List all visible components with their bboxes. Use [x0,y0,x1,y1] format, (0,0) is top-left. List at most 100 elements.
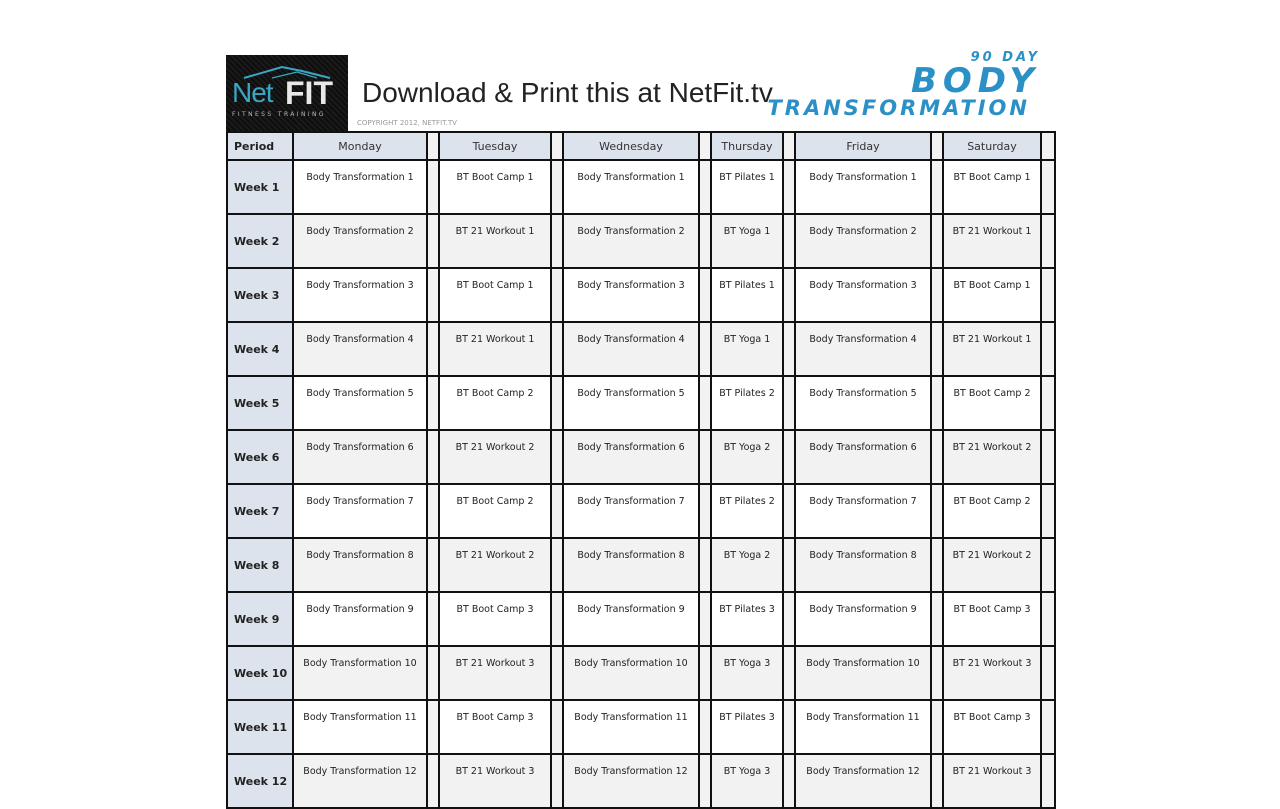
spacer-cell [930,131,944,161]
spacer-cell [782,267,796,323]
workout-cell-tuesday: BT Boot Camp 3 [438,591,552,647]
spacer-cell [426,159,440,215]
workout-cell-friday: Body Transformation 1 [794,159,932,215]
spacer-cell [698,321,712,377]
spacer-cell [782,429,796,485]
workout-cell-tuesday: BT 21 Workout 2 [438,537,552,593]
week-label: Week 7 [226,483,294,539]
week-label: Week 6 [226,429,294,485]
workout-cell-friday: Body Transformation 5 [794,375,932,431]
workout-cell-saturday: BT Boot Camp 3 [942,591,1042,647]
workout-cell-tuesday: BT 21 Workout 3 [438,753,552,809]
table-row: Week 1 Body Transformation 1 BT Boot Camp … [226,159,1056,215]
week-label: Week 4 [226,321,294,377]
spacer-cell [930,483,944,539]
spacer-cell [698,213,712,269]
workout-cell-wednesday: Body Transformation 5 [562,375,700,431]
workout-cell-monday: Body Transformation 8 [292,537,428,593]
workout-cell-tuesday: BT Boot Camp 2 [438,375,552,431]
workout-cell-thursday: BT Yoga 3 [710,645,784,701]
workout-cell-thursday: BT Pilates 1 [710,267,784,323]
workout-cell-monday: Body Transformation 6 [292,429,428,485]
column-header-period: Period [226,131,294,161]
spacer-cell [550,159,564,215]
week-label: Week 1 [226,159,294,215]
week-label: Week 3 [226,267,294,323]
spacer-cell [1040,159,1056,215]
spacer-cell [426,699,440,755]
spacer-cell [930,699,944,755]
table-row: Week 3 Body Transformation 3 BT Boot Camp … [226,267,1056,323]
column-header-monday: Monday [292,131,428,161]
spacer-cell [698,537,712,593]
workout-cell-saturday: BT 21 Workout 1 [942,321,1042,377]
table-row: Week 4 Body Transformation 4 BT 21 Workout… [226,321,1056,377]
spacer-cell [930,267,944,323]
page-header: Net FIT FITNESS TRAINING Download & Prin… [226,51,1048,131]
spacer-cell [782,375,796,431]
workout-cell-wednesday: Body Transformation 9 [562,591,700,647]
logo-tagline: FITNESS TRAINING [232,111,326,118]
brand-line-2: BODY [910,61,1040,101]
workout-cell-tuesday: BT 21 Workout 3 [438,645,552,701]
workout-cell-saturday: BT 21 Workout 1 [942,213,1042,269]
spacer-cell [426,645,440,701]
spacer-cell [550,429,564,485]
schedule-page: Net FIT FITNESS TRAINING Download & Prin… [226,51,1056,809]
spacer-cell [930,159,944,215]
table-row: Week 5 Body Transformation 5 BT Boot Camp … [226,375,1056,431]
spacer-cell [426,537,440,593]
workout-cell-friday: Body Transformation 8 [794,537,932,593]
workout-cell-tuesday: BT Boot Camp 1 [438,159,552,215]
workout-cell-thursday: BT Yoga 1 [710,321,784,377]
spacer-cell [782,591,796,647]
spacer-cell [426,321,440,377]
spacer-cell [550,753,564,809]
spacer-cell [550,321,564,377]
column-header-thursday: Thursday [710,131,784,161]
workout-cell-tuesday: BT Boot Camp 3 [438,699,552,755]
spacer-cell [782,483,796,539]
workout-cell-tuesday: BT Boot Camp 1 [438,267,552,323]
workout-cell-saturday: BT 21 Workout 3 [942,753,1042,809]
spacer-cell [930,753,944,809]
spacer-cell [698,753,712,809]
spacer-cell [550,213,564,269]
spacer-cell [930,213,944,269]
week-label: Week 2 [226,213,294,269]
spacer-cell [550,591,564,647]
netfit-logo: Net FIT FITNESS TRAINING [226,55,348,131]
spacer-cell [782,537,796,593]
workout-cell-friday: Body Transformation 7 [794,483,932,539]
spacer-cell [550,537,564,593]
spacer-cell [698,591,712,647]
spacer-cell [550,267,564,323]
spacer-cell [698,131,712,161]
spacer-cell [426,753,440,809]
workout-cell-thursday: BT Yoga 2 [710,537,784,593]
spacer-cell [930,645,944,701]
workout-cell-friday: Body Transformation 12 [794,753,932,809]
program-brand: 90 DAY BODY TRANSFORMATION [767,51,1040,120]
workout-cell-friday: Body Transformation 11 [794,699,932,755]
workout-cell-wednesday: Body Transformation 2 [562,213,700,269]
workout-cell-wednesday: Body Transformation 7 [562,483,700,539]
spacer-cell [698,159,712,215]
workout-cell-wednesday: Body Transformation 4 [562,321,700,377]
table-body: Week 1 Body Transformation 1 BT Boot Camp … [226,159,1056,809]
spacer-cell [1040,321,1056,377]
workout-cell-friday: Body Transformation 6 [794,429,932,485]
workout-cell-monday: Body Transformation 10 [292,645,428,701]
spacer-cell [698,429,712,485]
workout-cell-tuesday: BT Boot Camp 2 [438,483,552,539]
week-label: Week 9 [226,591,294,647]
copyright-text: COPYRIGHT 2012, NETFIT.TV [357,119,457,127]
week-label: Week 11 [226,699,294,755]
workout-cell-tuesday: BT 21 Workout 1 [438,321,552,377]
table-row: Week 6 Body Transformation 6 BT 21 Workout… [226,429,1056,485]
workout-cell-friday: Body Transformation 9 [794,591,932,647]
table-row: Week 12 Body Transformation 12 BT 21 Worko… [226,753,1056,809]
spacer-cell [1040,753,1056,809]
table-row: Week 9 Body Transformation 9 BT Boot Camp … [226,591,1056,647]
spacer-cell [1040,537,1056,593]
